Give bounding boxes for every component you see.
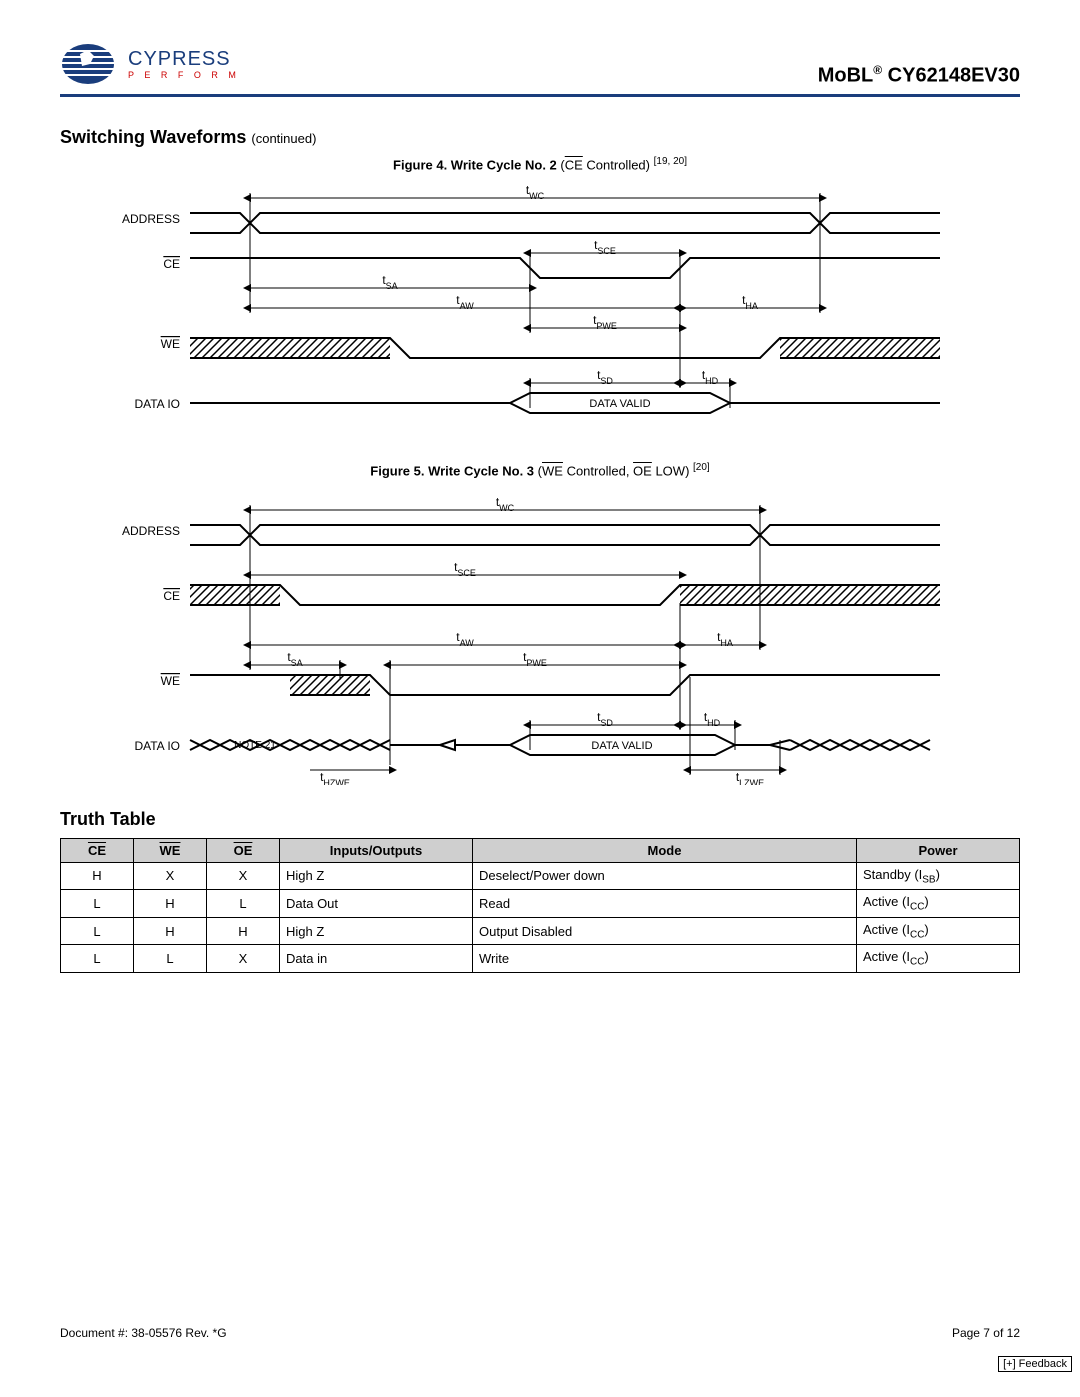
svg-text:DATA IO: DATA IO (134, 739, 180, 753)
fig4-label-ce: CE (163, 257, 180, 271)
svg-text:tWC: tWC (526, 183, 545, 201)
svg-text:WE: WE (161, 674, 180, 688)
svg-text:tSD: tSD (597, 368, 613, 386)
fig4-label-we: WE (161, 337, 180, 351)
page-header: CYPRESS P E R F O R M MoBL® CY62148EV30 (60, 40, 1020, 97)
svg-text:tHD: tHD (702, 368, 719, 386)
table-row: LHHHigh ZOutput DisabledActive (ICC) (61, 917, 1020, 945)
figure5-diagram: ADDRESS CE WE DATA IO tWC tSCE tAW tHA t… (110, 485, 970, 785)
table-row: LHLData OutReadActive (ICC) (61, 890, 1020, 918)
figure5-caption: Figure 5. Write Cycle No. 3 (WE Controll… (60, 462, 1020, 478)
svg-text:tAW: tAW (456, 630, 474, 648)
truth-table: CE WE OE Inputs/Outputs Mode Power HXXHi… (60, 838, 1020, 973)
svg-text:tSCE: tSCE (454, 560, 476, 578)
globe-icon (60, 40, 120, 88)
svg-text:tWC: tWC (496, 495, 515, 513)
section-title: Switching Waveforms (continued) (60, 127, 1020, 148)
logo: CYPRESS P E R F O R M (60, 40, 240, 88)
svg-text:tHD: tHD (704, 710, 721, 728)
svg-text:NOTE 21: NOTE 21 (234, 740, 276, 751)
fig5-label-address: ADDRESS (122, 524, 180, 538)
part-number: MoBL® CY62148EV30 (818, 63, 1020, 88)
logo-text-sub: P E R F O R M (128, 71, 240, 80)
svg-text:tPWE: tPWE (523, 650, 547, 668)
truth-table-title: Truth Table (60, 809, 1020, 830)
svg-text:DATA VALID: DATA VALID (591, 740, 652, 752)
svg-text:tSD: tSD (597, 710, 613, 728)
fig4-label-address: ADDRESS (122, 212, 180, 226)
doc-number: Document #: 38-05576 Rev. *G (60, 1326, 227, 1340)
svg-text:CE: CE (163, 589, 180, 603)
figure4-diagram: ADDRESS CE WE DATA IO tWC tSCE tSA tAW t… (110, 178, 970, 438)
fig4-label-dataio: DATA IO (134, 397, 180, 411)
svg-text:tLZWE: tLZWE (736, 770, 764, 785)
svg-text:tHZWE: tHZWE (320, 770, 350, 785)
svg-text:tHA: tHA (717, 630, 733, 648)
feedback-button[interactable]: [+] Feedback (998, 1356, 1072, 1372)
page-footer: Document #: 38-05576 Rev. *G Page 7 of 1… (60, 1326, 1020, 1340)
table-row: LLXData inWriteActive (ICC) (61, 945, 1020, 973)
svg-text:tAW: tAW (456, 293, 474, 311)
logo-text-main: CYPRESS (128, 49, 240, 69)
figure4-caption: Figure 4. Write Cycle No. 2 (CE Controll… (60, 156, 1020, 172)
svg-text:tSCE: tSCE (594, 238, 616, 256)
svg-text:tHA: tHA (742, 293, 758, 311)
page-number: Page 7 of 12 (952, 1326, 1020, 1340)
table-row: HXXHigh ZDeselect/Power downStandby (ISB… (61, 862, 1020, 890)
svg-text:tPWE: tPWE (593, 313, 617, 331)
svg-text:DATA VALID: DATA VALID (589, 398, 650, 410)
